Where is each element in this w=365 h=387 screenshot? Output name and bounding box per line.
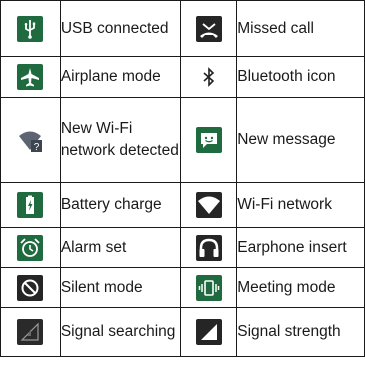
status-icon-table: USB connected Missed call Airplane mode …	[0, 0, 365, 357]
silent-mode-label: Silent mode	[59, 267, 182, 308]
wifi-icon	[195, 192, 222, 218]
airplane-icon	[17, 64, 44, 90]
signal-searching-icon	[17, 319, 44, 345]
battery-charge-icon	[17, 192, 44, 218]
icon-cell	[0, 227, 61, 268]
icon-cell	[0, 0, 61, 57]
icon-cell	[180, 267, 238, 308]
usb-icon	[17, 15, 44, 42]
usb-connected-label: USB connected	[59, 0, 182, 57]
new-message-icon	[195, 127, 222, 153]
battery-charge-label: Battery charge	[59, 182, 182, 228]
icon-cell	[180, 97, 238, 183]
table-row: Alarm set Earphone insert	[0, 227, 365, 268]
signal-strength-icon	[195, 319, 222, 345]
earphone-insert-label: Earphone insert	[236, 227, 365, 268]
new-message-label: New message	[236, 97, 365, 183]
icon-cell	[180, 0, 238, 57]
table-row: ? New Wi-Fi network detected New message	[0, 97, 365, 183]
icon-cell	[180, 307, 238, 357]
icon-cell	[180, 56, 238, 98]
earphone-icon	[195, 234, 222, 261]
wifi-network-label: Wi-Fi network	[236, 182, 365, 228]
table-row: Signal searching Signal strength	[0, 307, 365, 357]
icon-cell	[180, 227, 238, 268]
icon-cell: ?	[0, 97, 61, 183]
bluetooth-icon-label: Bluetooth icon	[236, 56, 365, 98]
airplane-mode-label: Airplane mode	[59, 56, 182, 98]
icon-cell	[0, 267, 61, 308]
new-wifi-label: New Wi-Fi network detected	[59, 97, 182, 183]
silent-mode-icon	[17, 274, 44, 301]
table-row: Battery charge Wi-Fi network	[0, 182, 365, 228]
icon-cell	[0, 56, 61, 98]
new-wifi-icon: ?	[17, 127, 44, 153]
svg-text:?: ?	[34, 142, 40, 153]
table-row: Silent mode Meeting mode	[0, 267, 365, 308]
bluetooth-icon	[195, 64, 222, 90]
missed-call-label: Missed call	[236, 0, 365, 57]
signal-searching-label: Signal searching	[59, 307, 182, 357]
table-row: Airplane mode Bluetooth icon	[0, 56, 365, 98]
meeting-mode-icon	[195, 274, 222, 301]
icon-cell	[0, 182, 61, 228]
alarm-icon	[17, 234, 44, 261]
signal-strength-label: Signal strength	[236, 307, 365, 357]
missed-call-icon	[195, 15, 222, 42]
table-row: USB connected Missed call	[0, 0, 365, 57]
icon-cell	[0, 307, 61, 357]
icon-cell	[180, 182, 238, 228]
alarm-set-label: Alarm set	[59, 227, 182, 268]
meeting-mode-label: Meeting mode	[236, 267, 365, 308]
